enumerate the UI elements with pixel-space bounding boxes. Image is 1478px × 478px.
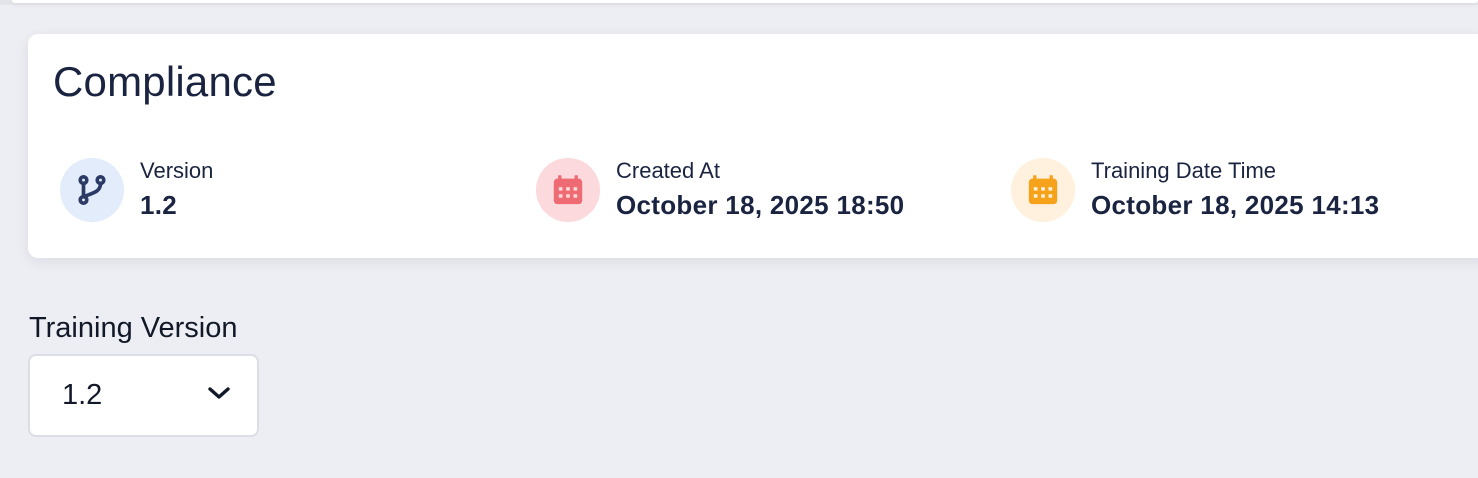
training-version-label: Training Version: [29, 312, 238, 344]
calendar-icon: [536, 158, 600, 222]
version-label: Version: [140, 158, 214, 183]
created-at-value: October 18, 2025 18:50: [616, 190, 905, 220]
git-branch-icon: [60, 158, 124, 222]
calendar-icon: [1011, 158, 1075, 222]
chevron-down-icon: [207, 385, 231, 406]
compliance-card: Compliance Version 1.2 Created At Octobe…: [28, 34, 1478, 258]
card-title: Compliance: [53, 58, 277, 105]
training-date-time-value: October 18, 2025 14:13: [1091, 190, 1380, 220]
created-at-label: Created At: [616, 158, 720, 183]
meta-training-date-time: Training Date Time October 18, 2025 14:1…: [1011, 158, 1379, 222]
training-version-select[interactable]: 1.2: [28, 354, 259, 437]
training-version-selected-value: 1.2: [62, 379, 103, 411]
version-value: 1.2: [140, 190, 178, 220]
training-date-time-label: Training Date Time: [1091, 158, 1277, 183]
previous-card-edge: [12, 0, 1478, 3]
meta-created-at: Created At October 18, 2025 18:50: [536, 158, 904, 222]
meta-version: Version 1.2: [60, 158, 213, 222]
